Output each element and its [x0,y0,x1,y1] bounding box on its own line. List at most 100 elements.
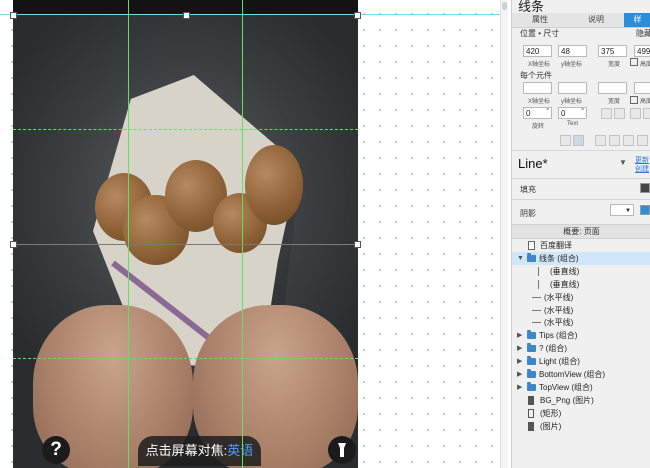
resize-handle[interactable] [354,241,361,248]
resize-handle[interactable] [354,12,361,19]
create-style-link[interactable]: 创建 [635,164,649,174]
element-x-caption: X轴坐标 [528,99,551,105]
rotation-caption: 旋转 [532,124,545,130]
horizontal-guide-line[interactable] [13,129,358,130]
folder-icon [527,381,536,391]
folder-icon [527,252,536,262]
element-x-input[interactable] [523,82,552,94]
outline-row-label: (水平线) [544,305,574,315]
shadow-color-swatch[interactable] [640,205,650,215]
guide-line-cyan[interactable] [0,14,508,15]
chevron-down-icon: ▼ [625,208,631,214]
outline-row-label: (垂直线) [550,266,580,276]
tab-style[interactable]: 样 [624,13,650,27]
lock-aspect-icon[interactable] [630,58,638,66]
inspector-panel: 线条 属性 说明 样 位置 • 尺寸 隐藏 420 48 375 499 X轴坐… [511,0,650,468]
vertical-guide-line[interactable] [242,0,243,468]
horizontal-guide-line[interactable] [13,358,358,359]
separator [512,150,650,151]
arrange-button[interactable] [637,135,648,146]
widget-style-name[interactable]: Line* [518,156,548,171]
outline-row-label: Tips (组合) [539,331,578,341]
expand-right-icon[interactable]: ▶ [517,342,522,355]
expand-right-icon[interactable]: ▶ [517,355,522,368]
arrange-button[interactable] [573,135,584,146]
distribute-button[interactable] [643,108,650,119]
design-canvas[interactable]: ? 点击屏幕对焦:英语 [0,0,508,468]
image-icon [528,395,534,405]
help-icon: ? [50,439,62,460]
outline-row[interactable]: (垂直线) [512,278,650,291]
distribute-button[interactable] [630,108,641,119]
folder-icon [527,330,536,340]
height-input[interactable]: 499 [634,45,650,57]
image-icon [528,421,534,431]
text-rotation-input[interactable]: 0 ° [558,107,587,119]
flashlight-icon [338,443,346,457]
resize-handle[interactable] [10,241,17,248]
element-y-caption: y轴坐标 [561,99,583,105]
resize-handle[interactable] [10,12,17,19]
page-icon [528,241,535,250]
outline-row[interactable]: (图片) [512,420,650,433]
width-caption: 宽度 [608,62,621,68]
expand-right-icon[interactable]: ▶ [517,329,522,342]
position-size-label: 位置 • 尺寸 [520,29,560,38]
text-caption: Text [567,121,579,127]
element-width-input[interactable] [598,82,627,94]
resize-handle[interactable] [183,12,190,19]
outline-row[interactable]: ▶ Tips (组合) [512,329,650,342]
width-input[interactable]: 375 [598,45,627,57]
tab-notes[interactable]: 说明 [568,13,624,27]
expand-right-icon[interactable]: ▶ [517,368,522,381]
x-caption: X轴坐标 [528,62,551,68]
focus-tip-text: 点击屏幕对焦: [145,443,228,458]
shadow-dropdown[interactable]: ▼ [610,204,634,216]
align-center-button[interactable] [614,108,625,119]
bread-roll [245,145,303,225]
tab-properties[interactable]: 属性 [512,13,568,27]
vertical-guide-line[interactable] [128,0,129,468]
outline-row[interactable]: ▶ BottomView (组合) [512,368,650,381]
element-height-input[interactable] [634,82,650,94]
rotation-input[interactable]: 0 ° [523,107,552,119]
scroll-thumb[interactable] [502,2,507,10]
outline-row-label: 线条 (组合) [539,253,579,263]
height-caption: 高度 [640,62,650,68]
fill-color-swatch[interactable] [640,183,650,193]
fill-label: 填充 [520,185,536,194]
arrange-button[interactable] [623,135,634,146]
element-y-input[interactable] [558,82,587,94]
outline-row[interactable]: ▼ 线条 (组合) [512,251,650,265]
outline-row-label: (水平线) [544,292,574,302]
arrange-button[interactable] [609,135,620,146]
canvas-scrollbar[interactable] [500,0,508,468]
outline-header: 概要: 页面 [512,224,650,239]
outline-row[interactable]: BG_Png (图片) [512,394,650,407]
x-input[interactable]: 420 [523,45,552,57]
chevron-down-icon[interactable]: ▼ [619,158,627,167]
outline-row[interactable]: (垂直线) [512,265,650,278]
phone-mockup[interactable]: ? 点击屏幕对焦:英语 [13,0,358,468]
y-input[interactable]: 48 [558,45,587,57]
flashlight-button[interactable] [328,436,356,464]
outline-row[interactable]: ▶ Light (组合) [512,355,650,368]
align-left-button[interactable] [601,108,612,119]
arrange-button[interactable] [595,135,606,146]
expand-right-icon[interactable]: ▶ [517,381,522,394]
lock-aspect-icon[interactable] [630,96,638,104]
outline-row[interactable]: (水平线) [512,316,650,329]
background-photo [13,15,358,468]
outline-row[interactable]: (水平线) [512,304,650,317]
outline-row[interactable]: ▶ TopView (组合) [512,381,650,394]
arrange-button[interactable] [560,135,571,146]
outline-row[interactable]: 百度翻译 [512,239,650,252]
expand-down-icon[interactable]: ▼ [517,252,524,265]
element-width-caption: 宽度 [608,99,621,105]
help-button[interactable]: ? [42,436,70,464]
outline-row[interactable]: (矩形) [512,407,650,420]
outline-row[interactable]: ▶ ? (组合) [512,342,650,355]
outline-row[interactable]: (水平线) [512,291,650,304]
focus-tip-language[interactable]: 英语 [227,443,253,458]
hidden-label: 隐藏 [636,29,650,38]
